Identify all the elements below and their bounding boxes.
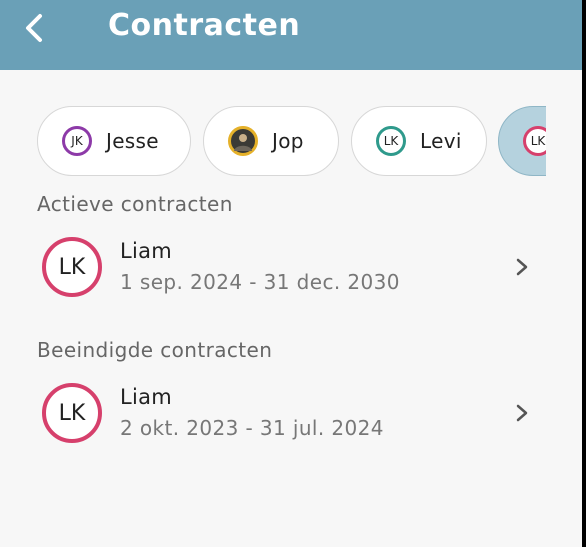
page-title: Contracten [108,8,301,43]
section-ended-label: Beeindigde contracten [37,338,273,362]
contract-period: 2 okt. 2023 - 31 jul. 2024 [120,416,384,440]
chevron-left-icon [26,14,42,42]
avatar-liam: LK [42,383,102,443]
chevron-right-icon [516,258,528,276]
person-photo-icon [234,134,252,151]
chip-jop[interactable]: Jop [203,106,339,176]
chip-levi[interactable]: LK Levi [351,106,487,176]
chip-name: Jop [272,129,304,153]
contracts-screen: Contracten JK Jesse Jop LK Levi LK Actie… [0,0,582,547]
avatar-levi: LK [376,126,406,156]
chip-liam-selected[interactable]: LK [498,106,546,176]
avatar-liam: LK [523,126,546,156]
avatar-photo-jop [228,126,258,156]
child-selector[interactable]: JK Jesse Jop LK Levi LK [0,104,546,180]
chevron-right-icon [516,404,528,422]
contract-row-active[interactable]: LK Liam 1 sep. 2024 - 31 dec. 2030 [0,237,582,309]
chip-jesse[interactable]: JK Jesse [37,106,191,176]
chip-name: Levi [420,129,462,153]
section-active-label: Actieve contracten [37,192,233,216]
contract-period: 1 sep. 2024 - 31 dec. 2030 [120,270,400,294]
avatar-liam: LK [42,237,102,297]
app-header: Contracten [0,0,582,70]
back-button[interactable] [20,10,54,46]
avatar-jesse: JK [62,126,92,156]
contract-child-name: Liam [120,385,173,409]
chip-name: Jesse [106,129,159,153]
contract-row-ended[interactable]: LK Liam 2 okt. 2023 - 31 jul. 2024 [0,383,582,455]
contract-child-name: Liam [120,239,173,263]
